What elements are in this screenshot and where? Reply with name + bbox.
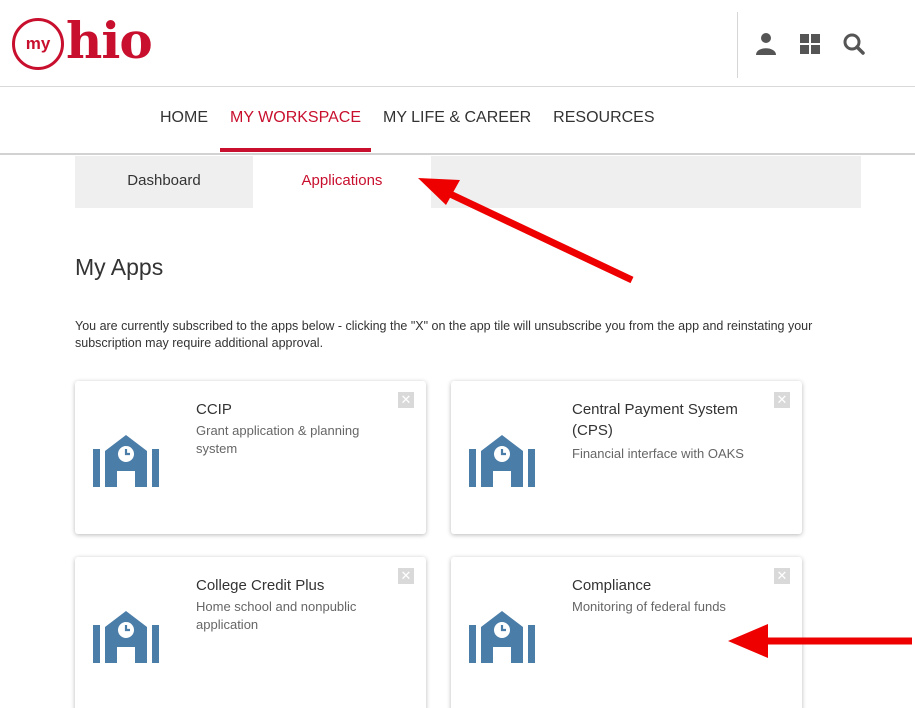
- arrow-to-compliance-card: [728, 624, 912, 658]
- arrow-to-applications-tab: [418, 178, 634, 284]
- annotation-arrows: [418, 178, 912, 658]
